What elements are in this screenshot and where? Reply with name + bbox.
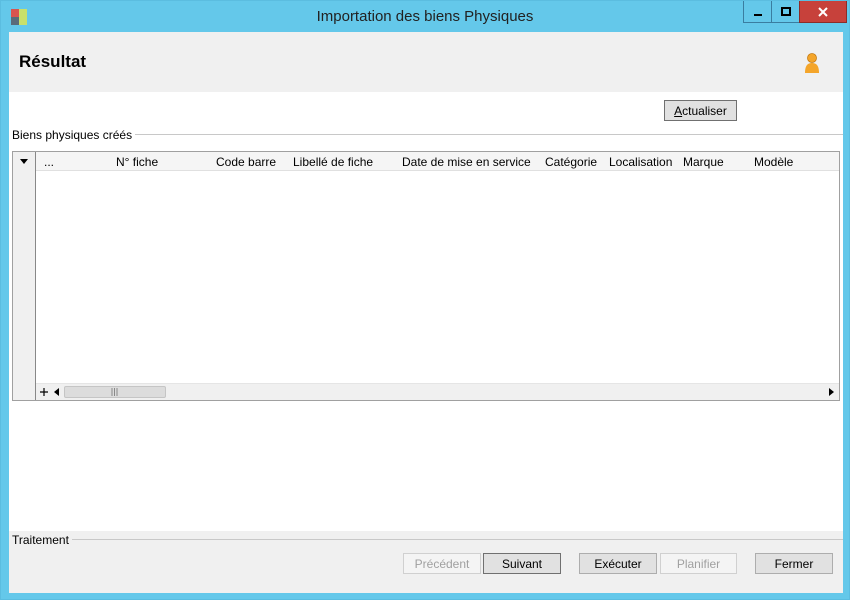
- application-window: Importation des biens Physiques Résultat…: [0, 0, 850, 600]
- created-group-label: Biens physiques créés: [12, 128, 136, 142]
- grid-row-header-column: [13, 152, 36, 400]
- execute-button[interactable]: Exécuter: [579, 553, 657, 574]
- plus-icon[interactable]: [40, 388, 48, 396]
- page-title: Résultat: [19, 52, 87, 71]
- created-group-divider: [119, 134, 843, 135]
- column-header-category[interactable]: Catégorie: [545, 155, 597, 169]
- maximize-button[interactable]: [771, 1, 801, 23]
- treatment-group-divider: [67, 539, 843, 540]
- column-header-commissioning-date[interactable]: Date de mise en service: [402, 155, 531, 169]
- close-button[interactable]: Fermer: [755, 553, 833, 574]
- column-header-barcode[interactable]: Code barre: [216, 155, 276, 169]
- close-window-button[interactable]: [799, 1, 847, 23]
- window-title: Importation des biens Physiques: [316, 8, 534, 25]
- step-header: Résultat: [9, 32, 843, 92]
- minimize-icon: [754, 13, 762, 16]
- column-header-more[interactable]: ...: [44, 155, 54, 169]
- previous-button[interactable]: Précédent: [403, 553, 481, 574]
- column-header-card-number[interactable]: N° fiche: [116, 155, 158, 169]
- treatment-group-label: Traitement: [12, 533, 72, 547]
- next-button[interactable]: Suivant: [483, 553, 561, 574]
- close-icon: [818, 6, 828, 17]
- horizontal-scrollbar[interactable]: [36, 383, 839, 400]
- grip-icon: [111, 388, 118, 396]
- schedule-button[interactable]: Planifier: [660, 553, 737, 574]
- footer-panel: Traitement Précédent Suivant Exécuter Pl…: [9, 531, 843, 593]
- client-area: Résultat Actualiser Biens physiques créé…: [9, 32, 843, 593]
- minimize-button[interactable]: [743, 1, 773, 23]
- scroll-right-icon[interactable]: [828, 388, 834, 396]
- scroll-left-icon[interactable]: [54, 388, 60, 396]
- refresh-accelerator: A: [674, 103, 683, 118]
- title-bar[interactable]: Importation des biens Physiques: [1, 1, 849, 32]
- created-assets-grid[interactable]: ... N° fiche Code barre Libellé de fiche…: [12, 151, 840, 401]
- user-icon[interactable]: [803, 52, 821, 74]
- column-header-card-label[interactable]: Libellé de fiche: [293, 155, 373, 169]
- dropdown-arrow-icon[interactable]: [19, 158, 29, 166]
- refresh-label: ctualiser: [682, 103, 727, 118]
- column-header-brand[interactable]: Marque: [683, 155, 724, 169]
- scrollbar-thumb[interactable]: [64, 386, 166, 398]
- column-header-location[interactable]: Localisation: [609, 155, 672, 169]
- refresh-button[interactable]: Actualiser: [664, 100, 737, 121]
- column-header-model[interactable]: Modèle: [754, 155, 793, 169]
- maximize-icon: [781, 6, 791, 16]
- grid-header-row: ... N° fiche Code barre Libellé de fiche…: [36, 152, 839, 171]
